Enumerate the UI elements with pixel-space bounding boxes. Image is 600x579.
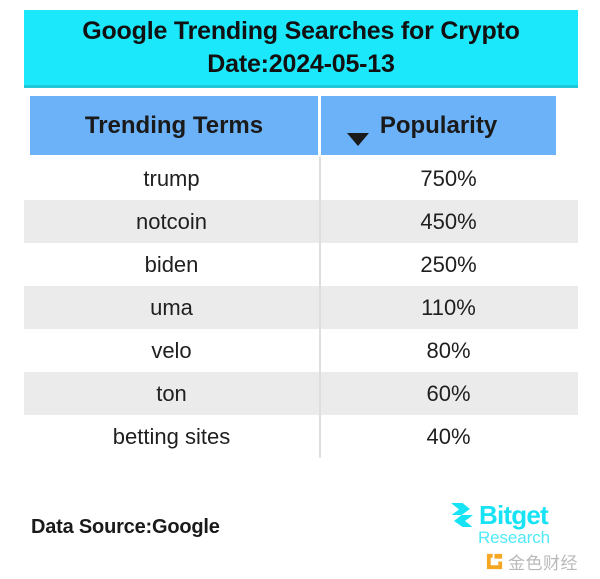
table-header-row: Trending Terms Popularity — [30, 96, 556, 155]
table-row[interactable]: biden 250% — [24, 243, 578, 286]
table-row[interactable]: trump 750% — [24, 157, 578, 200]
cell-term: uma — [150, 294, 193, 320]
cell-popularity: 60% — [426, 380, 471, 406]
table-row[interactable]: notcoin 450% — [24, 200, 578, 243]
column-header-popularity[interactable]: Popularity — [321, 96, 556, 155]
bitget-chevron-icon — [451, 503, 473, 527]
bitget-wordmark: Bitget — [479, 500, 549, 530]
cell-term: velo — [151, 337, 192, 363]
cell-popularity: 750% — [420, 165, 477, 191]
title-banner: Google Trending Searches for Crypto Date… — [24, 10, 578, 88]
column-header-label: Trending Terms — [84, 111, 264, 139]
table-row[interactable]: velo 80% — [24, 329, 578, 372]
cell-term: biden — [144, 251, 199, 277]
cell-term: ton — [156, 380, 187, 406]
cell-term: trump — [143, 165, 200, 191]
cell-popularity: 40% — [426, 423, 471, 449]
table-row[interactable]: uma 110% — [24, 286, 578, 329]
bitget-logo-row: Bitget — [448, 500, 560, 530]
column-header-label: Popularity — [379, 111, 498, 139]
jinse-finance-watermark: 金色财经 — [485, 549, 578, 574]
bitget-research-label: Research — [478, 528, 550, 547]
column-divider — [319, 157, 321, 458]
page-title-line-2: Date:2024-05-13 — [207, 49, 395, 78]
table-row[interactable]: betting sites 40% — [24, 415, 578, 458]
cell-popularity: 250% — [420, 251, 477, 277]
jinse-logo-icon — [486, 553, 503, 569]
column-header-trending-terms[interactable]: Trending Terms — [30, 96, 318, 155]
data-source-label: Data Source:Google — [31, 516, 220, 538]
watermark-text: 金色财经 — [508, 553, 578, 574]
cell-popularity: 450% — [420, 208, 477, 234]
table-row[interactable]: ton 60% — [24, 372, 578, 415]
page-title-line-1: Google Trending Searches for Crypto — [82, 16, 520, 45]
cell-term: notcoin — [136, 208, 207, 234]
cell-popularity: 80% — [426, 337, 471, 363]
trending-terms-table: Trending Terms Popularity trump 750% not… — [24, 96, 578, 458]
bitget-research-logo: Bitget Research — [448, 500, 560, 552]
table-body: trump 750% notcoin 450% biden 250% uma 1… — [24, 157, 578, 458]
sort-descending-icon[interactable] — [347, 133, 369, 146]
cell-term: betting sites — [112, 423, 231, 449]
cell-popularity: 110% — [421, 294, 476, 320]
